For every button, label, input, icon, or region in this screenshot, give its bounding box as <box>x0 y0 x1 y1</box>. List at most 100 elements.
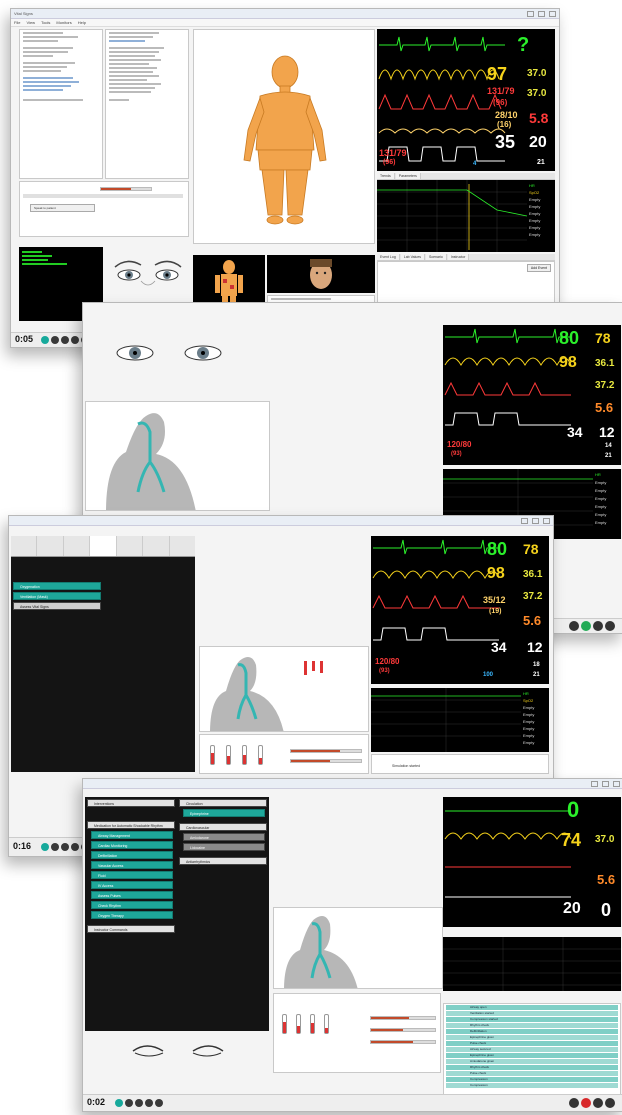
intervention-item[interactable]: Epinephrine <box>183 809 265 817</box>
section-interventions[interactable]: Interventions <box>87 799 175 807</box>
globe-icon[interactable] <box>605 1098 615 1108</box>
log-row[interactable]: Defibrillation <box>446 1029 618 1034</box>
volume-slider[interactable] <box>100 187 152 191</box>
intervention-item[interactable]: IV Access <box>91 881 173 889</box>
stop-icon[interactable] <box>61 843 69 851</box>
play-icon[interactable] <box>41 336 49 344</box>
temp-value: 36.1 <box>523 569 543 580</box>
mute-icon[interactable] <box>593 1098 603 1108</box>
log-row[interactable]: Epinephrine given <box>446 1053 618 1058</box>
maximize-icon[interactable] <box>602 780 609 787</box>
section-antiarrhythmics[interactable]: Antiarrhythmics <box>179 857 267 865</box>
menu-help[interactable]: Help <box>78 20 86 25</box>
spo2-value: 98 <box>559 354 577 371</box>
menu-bar: File View Tools Monitors Help <box>11 19 559 27</box>
minimize-icon[interactable] <box>527 10 534 17</box>
add-event-button[interactable]: Add Event <box>526 264 551 272</box>
event-tabs[interactable]: Event Log Lab Values Scenario Instructor <box>377 254 555 261</box>
log-row[interactable]: Rhythm check <box>446 1023 618 1028</box>
menu-tools[interactable]: Tools <box>41 20 50 25</box>
trend-chart: HR SpO2 Empty Empty Empty Empty Empty Em… <box>377 180 555 252</box>
screenshot-window-1: Vital Signs File View Tools Monitors Hel… <box>10 8 560 348</box>
ventilation-button[interactable]: Ventilation (Mask) <box>13 592 101 600</box>
log-row[interactable]: Ventilation started <box>446 1011 618 1016</box>
log-row[interactable]: Epinephrine given <box>446 1035 618 1040</box>
rewind-icon[interactable] <box>71 336 79 344</box>
intervention-item[interactable]: Assess Pulses <box>91 891 173 899</box>
airway-panel <box>199 646 369 732</box>
log-row[interactable]: Amiodarone given <box>446 1059 618 1064</box>
etco2-value: 34 <box>567 424 583 440</box>
intervention-item[interactable]: Fluid <box>91 871 173 879</box>
section-circulation[interactable]: Circulation <box>179 799 267 807</box>
log-row[interactable]: Compression <box>446 1083 618 1088</box>
log-row[interactable]: Airway open <box>446 1005 618 1010</box>
menu-monitors[interactable]: Monitors <box>56 20 71 25</box>
assess-vitals-button[interactable]: Assess Vital Signs <box>13 602 101 610</box>
log-row[interactable]: Compression <box>446 1077 618 1082</box>
go-icon[interactable] <box>581 621 591 631</box>
log-row[interactable]: Pulse check <box>446 1071 618 1076</box>
record-icon[interactable] <box>569 1098 579 1108</box>
pause-icon[interactable] <box>51 336 59 344</box>
rewind-icon[interactable] <box>71 843 79 851</box>
intervention-item[interactable]: Lidocaine <box>183 843 265 851</box>
parameter-slider[interactable] <box>290 759 362 763</box>
intervention-item[interactable]: Airway Management <box>91 831 173 839</box>
trend-tabs[interactable]: Trends Parameters <box>377 173 555 180</box>
maximize-icon[interactable] <box>538 10 545 17</box>
etco2-value: 20 <box>563 900 581 917</box>
parameter-slider[interactable] <box>370 1028 436 1032</box>
intervention-item[interactable]: Oxygen Therapy <box>91 911 173 919</box>
findings-list-left[interactable] <box>19 29 103 179</box>
stop-red-icon[interactable] <box>581 1098 591 1108</box>
pause-icon[interactable] <box>125 1099 133 1107</box>
intervention-item[interactable]: Vascular Access <box>91 861 173 869</box>
thermometer-icon <box>242 745 247 765</box>
play-icon[interactable] <box>115 1099 123 1107</box>
section-cardiovascular[interactable]: Cardiovascular <box>179 823 267 831</box>
rewind-icon[interactable] <box>145 1099 153 1107</box>
settings-icon[interactable] <box>155 1099 163 1107</box>
parameter-slider[interactable] <box>290 749 362 753</box>
oxygenation-button[interactable]: Oxygenation <box>13 582 101 590</box>
mute-icon[interactable] <box>593 621 603 631</box>
minimize-icon[interactable] <box>591 780 598 787</box>
trend-row-5: Empty <box>523 726 535 731</box>
minimize-icon[interactable] <box>521 517 528 524</box>
menu-view[interactable]: View <box>26 20 35 25</box>
parameter-slider[interactable] <box>370 1040 436 1044</box>
speak-button[interactable]: Speak to patient <box>30 204 95 212</box>
section-medication[interactable]: Medication for Automatic Shockable Rhyth… <box>87 821 175 829</box>
wedge-value: 4 <box>473 161 477 167</box>
play-icon[interactable] <box>41 843 49 851</box>
trend-row-6: Empty <box>595 520 607 525</box>
patient-eyes-image <box>132 1045 224 1057</box>
stop-icon[interactable] <box>61 336 69 344</box>
intervention-item[interactable]: Amiodarone <box>183 833 265 841</box>
intervention-item[interactable]: Check Rhythm <box>91 901 173 909</box>
pause-icon[interactable] <box>51 843 59 851</box>
menu-file[interactable]: File <box>14 20 20 25</box>
intervention-item[interactable]: Defibrillation <box>91 851 173 859</box>
section-instructor[interactable]: Instructor Commands <box>87 925 175 933</box>
close-icon[interactable] <box>549 10 556 17</box>
parameter-slider[interactable] <box>370 1016 436 1020</box>
window-titlebar <box>9 516 553 526</box>
stop-icon[interactable] <box>135 1099 143 1107</box>
trend-row-7: Empty <box>523 740 535 745</box>
log-row[interactable]: Pulse check <box>446 1041 618 1046</box>
nibp-value: 120/80 <box>447 440 472 449</box>
intervention-item[interactable]: Cardiac Monitoring <box>91 841 173 849</box>
close-icon[interactable] <box>613 780 620 787</box>
close-icon[interactable] <box>543 517 550 524</box>
findings-list-right[interactable] <box>105 29 189 179</box>
hr-value: 80 <box>559 328 580 348</box>
record-icon[interactable] <box>569 621 579 631</box>
log-row[interactable]: Airway secured <box>446 1047 618 1052</box>
globe-icon[interactable] <box>605 621 615 631</box>
log-row[interactable]: Compression started <box>446 1017 618 1022</box>
patient-body-figure[interactable] <box>194 30 375 244</box>
maximize-icon[interactable] <box>532 517 539 524</box>
log-row[interactable]: Rhythm check <box>446 1065 618 1070</box>
